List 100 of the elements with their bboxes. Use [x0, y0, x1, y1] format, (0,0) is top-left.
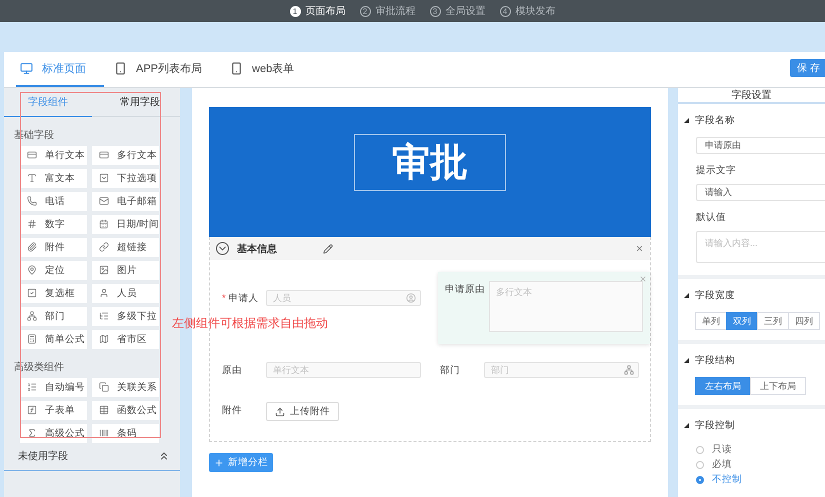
- segment-option[interactable]: 单列: [695, 312, 727, 330]
- component-item[interactable]: 条码: [92, 424, 159, 442]
- field-type-icon: [99, 311, 109, 321]
- segment-option[interactable]: 四列: [788, 312, 820, 330]
- field-label: 申请原由: [445, 283, 486, 296]
- radio-button[interactable]: [696, 460, 704, 468]
- component-item[interactable]: 多级下拉: [92, 306, 159, 326]
- field-type-icon: [99, 334, 109, 344]
- section-title: 基本信息: [237, 242, 278, 256]
- field-type-icon: [27, 311, 37, 321]
- close-icon[interactable]: [639, 275, 647, 283]
- field-type-icon: [99, 242, 109, 252]
- component-item[interactable]: 多行文本: [92, 146, 159, 164]
- component-item[interactable]: 高级公式: [20, 424, 87, 442]
- upload-button[interactable]: 上传附件: [266, 402, 339, 421]
- radio-button[interactable]: [696, 476, 704, 484]
- radio-button[interactable]: [696, 446, 704, 454]
- component-item[interactable]: 人员: [92, 284, 159, 302]
- segment-option[interactable]: 三列: [757, 312, 789, 330]
- step-label[interactable]: 页面布局: [306, 4, 346, 18]
- field-type-icon: [27, 382, 37, 392]
- field-type-icon: [99, 405, 109, 415]
- field-label: 附件: [222, 404, 243, 417]
- component-item[interactable]: 数字: [20, 214, 87, 234]
- banner-title: 审批: [354, 134, 506, 190]
- unused-fields-label: 未使用字段: [18, 450, 68, 464]
- setting-title: 字段结构: [695, 354, 735, 367]
- field-type-icon: [27, 288, 37, 298]
- view-tab[interactable]: APP列表布局: [110, 52, 220, 87]
- monitor-icon: [20, 62, 33, 75]
- field-label: 部门: [440, 364, 461, 377]
- step-label[interactable]: 审批流程: [376, 4, 416, 18]
- radio-label: 必填: [712, 458, 732, 471]
- component-item[interactable]: 子表单: [20, 400, 87, 420]
- panel-tab[interactable]: 常用字段: [92, 88, 180, 116]
- radio-label: 不控制: [712, 473, 742, 486]
- setting-label: 提示文字: [696, 164, 737, 177]
- setting-title: 字段名称: [695, 114, 735, 127]
- network-icon: [624, 365, 634, 375]
- chevrons-up-icon[interactable]: [158, 450, 170, 462]
- field-type-icon: [99, 382, 109, 392]
- field-label: * 申请人: [222, 292, 260, 305]
- field-type-icon: [99, 219, 108, 229]
- step-number: 4: [500, 6, 510, 16]
- setting-title: 字段宽度: [695, 289, 735, 302]
- field-type-icon: [99, 428, 109, 438]
- component-item[interactable]: 超链接: [92, 238, 159, 256]
- radio-label: 只读: [712, 443, 732, 456]
- field-label: 原由: [222, 364, 243, 377]
- field-type-icon: [27, 219, 37, 229]
- step-number: 1: [290, 6, 300, 16]
- view-tab[interactable]: web表单: [226, 52, 312, 87]
- component-item[interactable]: 简单公式: [20, 330, 87, 348]
- component-item[interactable]: 图片: [92, 260, 159, 280]
- field-type-icon: [27, 196, 37, 206]
- triangle-icon: [684, 423, 689, 428]
- selected-field-card[interactable]: 申请原由 多行文本: [438, 272, 650, 344]
- field-type-icon: [27, 173, 37, 183]
- component-item[interactable]: 下拉选项: [92, 168, 159, 188]
- collapse-icon[interactable]: [216, 242, 229, 255]
- annotation-text: 左侧组件可根据需求自由拖动: [172, 315, 328, 332]
- component-item[interactable]: 电话: [20, 192, 87, 210]
- phone-icon: [114, 62, 127, 75]
- component-item[interactable]: 单行文本: [20, 146, 87, 164]
- triangle-icon: [684, 293, 689, 298]
- field-type-icon: [99, 196, 109, 206]
- name-field[interactable]: 申请原由: [696, 137, 825, 154]
- pencil-icon[interactable]: [323, 244, 333, 254]
- field-type-icon: [99, 173, 109, 183]
- field-type-icon: [27, 150, 37, 160]
- component-item[interactable]: 函数公式: [92, 400, 159, 420]
- field-type-icon: [99, 265, 109, 275]
- setting-label: 默认值: [696, 211, 727, 224]
- field-type-icon: [27, 334, 37, 344]
- component-item[interactable]: 附件: [20, 238, 87, 256]
- component-item[interactable]: 电子邮箱: [92, 192, 159, 210]
- step-label[interactable]: 全局设置: [446, 4, 486, 18]
- triangle-icon: [684, 118, 689, 123]
- component-item[interactable]: 复选框: [20, 284, 87, 302]
- field-type-icon: [27, 428, 37, 438]
- field-type-icon: [99, 150, 109, 160]
- component-item[interactable]: 部门: [20, 306, 87, 326]
- close-icon[interactable]: [635, 244, 644, 253]
- component-item[interactable]: 自动编号: [20, 378, 87, 396]
- upload-icon: [275, 406, 285, 416]
- phone-icon: [230, 62, 244, 75]
- component-item[interactable]: 省市区: [92, 330, 159, 348]
- plus-icon: [214, 458, 224, 468]
- step-label[interactable]: 模块发布: [516, 4, 556, 18]
- settings-title: 字段设置: [678, 88, 825, 104]
- component-item[interactable]: 日期/时间: [92, 214, 159, 234]
- triangle-icon: [684, 358, 689, 363]
- hint-field[interactable]: 请输入: [696, 184, 825, 201]
- step-number: 2: [360, 6, 370, 16]
- component-item[interactable]: 富文本: [20, 168, 87, 188]
- component-item[interactable]: 关联关系: [92, 378, 159, 396]
- user-icon: [406, 293, 416, 303]
- component-item[interactable]: 定位: [20, 260, 87, 280]
- field-type-icon: [27, 242, 37, 252]
- segment-option[interactable]: 上下布局: [750, 377, 806, 395]
